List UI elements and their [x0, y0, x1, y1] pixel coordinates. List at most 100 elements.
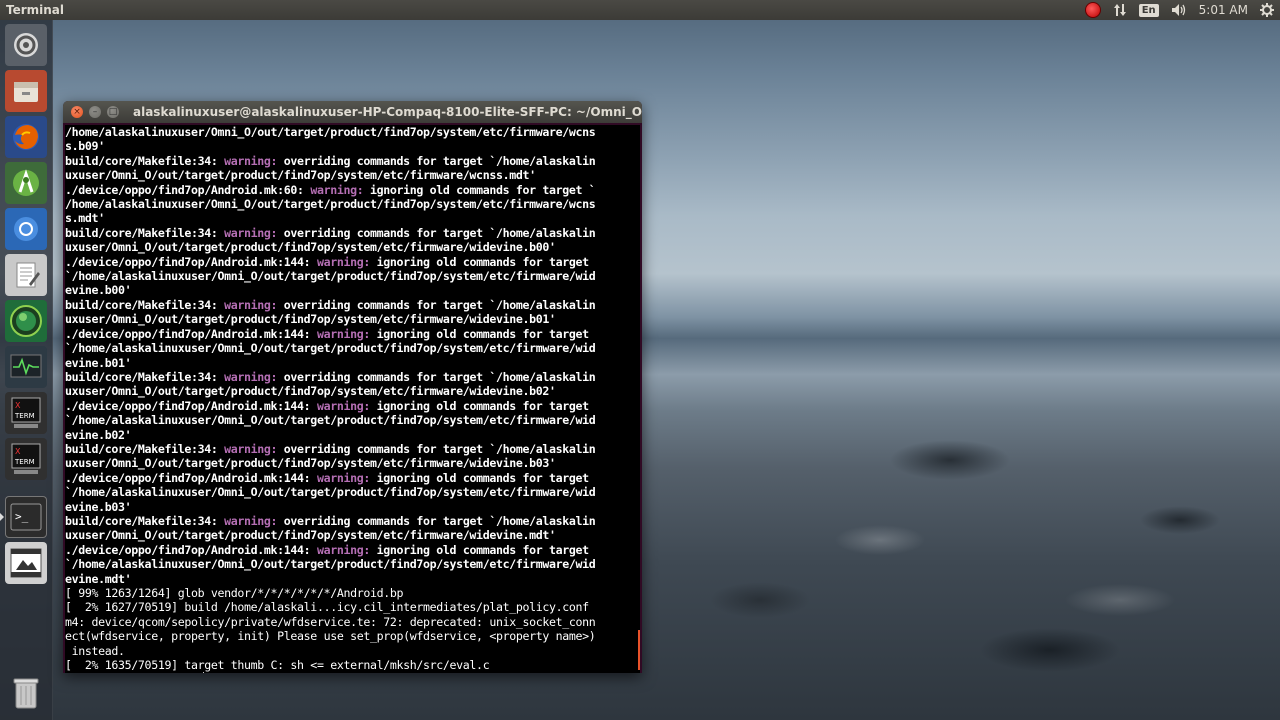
chromium-icon[interactable]	[5, 208, 47, 250]
line-text: build/core/Makefile:34:	[65, 225, 225, 240]
terminal-line: ./device/oppo/find7op/Android.mk:144: wa…	[65, 255, 640, 269]
line-text: s.b09'	[65, 139, 105, 154]
close-button[interactable]: ×	[71, 106, 83, 118]
volume-icon[interactable]	[1165, 0, 1193, 20]
warning-keyword: warning:	[224, 369, 278, 384]
line-text: /home/alaskalinuxuser/Omni_O/out/target/…	[65, 125, 596, 139]
settings-gear-icon[interactable]	[1254, 0, 1280, 20]
text-editor-icon[interactable]	[5, 254, 47, 296]
line-text: overriding commands for target `/home/al…	[277, 225, 596, 240]
globe-app-icon[interactable]	[5, 300, 47, 342]
terminal-window[interactable]: × – □ alaskalinuxuser@alaskalinuxuser-HP…	[63, 101, 642, 673]
maximize-button[interactable]: □	[107, 106, 119, 118]
terminal-line: [ 99% 1263/1264] glob vendor/*/*/*/*/*/*…	[65, 586, 640, 600]
indicator-area: En 5:01 AM	[1079, 0, 1280, 20]
line-text: build/core/Makefile:34:	[65, 369, 225, 384]
line-text: overriding commands for target `/home/al…	[277, 513, 596, 528]
terminal-output[interactable]: /home/alaskalinuxuser/Omni_O/out/target/…	[65, 125, 640, 673]
line-text: overriding commands for target `/home/al…	[277, 297, 596, 312]
line-text: uxuser/Omni_O/out/target/product/find7op…	[65, 456, 556, 471]
svg-text:TERM: TERM	[14, 458, 35, 466]
keyboard-layout-icon[interactable]: En	[1133, 0, 1165, 20]
terminal-line: uxuser/Omni_O/out/target/product/find7op…	[65, 312, 640, 326]
xterm-icon-2[interactable]: X TERM	[5, 438, 47, 480]
line-text: evine.b00'	[65, 283, 132, 298]
terminal-line: uxuser/Omni_O/out/target/product/find7op…	[65, 528, 640, 542]
warning-keyword: warning:	[316, 254, 370, 269]
warning-keyword: warning:	[224, 441, 278, 456]
record-icon[interactable]	[1079, 0, 1107, 20]
line-text: build/core/Makefile:34:	[65, 297, 225, 312]
line-text: ignoring old commands for target	[370, 254, 590, 269]
terminal-line: evine.mdt'	[65, 572, 640, 586]
line-text: ignoring old commands for target `	[363, 182, 596, 197]
terminal-line: instead.	[65, 644, 640, 658]
terminal-line: [ 2% 1635/70519] target thumb C: sh <= e…	[65, 658, 640, 672]
terminal-line: uxuser/Omni_O/out/target/product/find7op…	[65, 240, 640, 254]
line-text: ignoring old commands for target	[370, 470, 590, 485]
warning-keyword: warning:	[224, 225, 278, 240]
terminal-line: `/home/alaskalinuxuser/Omni_O/out/target…	[65, 413, 640, 427]
minimize-button[interactable]: –	[89, 106, 101, 118]
line-text: `/home/alaskalinuxuser/Omni_O/out/target…	[65, 485, 596, 500]
terminal-line: evine.b02'	[65, 428, 640, 442]
system-monitor-icon[interactable]	[5, 346, 47, 388]
line-text: s.mdt'	[65, 211, 105, 226]
line-text: build/core/Makefile:34:	[65, 153, 225, 168]
terminal-line: /home/alaskalinuxuser/Omni_O/out/target/…	[65, 125, 640, 139]
line-text: uxuser/Omni_O/out/target/product/find7op…	[65, 312, 556, 327]
terminal-line: build/core/Makefile:34: warning: overrid…	[65, 370, 640, 384]
line-text: evine.b02'	[65, 427, 132, 442]
terminal-line: ./device/oppo/find7op/Android.mk:144: wa…	[65, 471, 640, 485]
line-text: m4: device/qcom/sepolicy/private/wfdserv…	[65, 614, 596, 629]
clock[interactable]: 5:01 AM	[1193, 0, 1254, 20]
line-text: build/core/Makefile:34:	[65, 513, 225, 528]
terminal-line: uxuser/Omni_O/out/target/product/find7op…	[65, 456, 640, 470]
line-text: ignoring old commands for target	[370, 326, 590, 341]
system-settings-icon[interactable]	[5, 24, 47, 66]
line-text: [ 99% 1263/1264] glob vendor/*/*/*/*/*/*…	[65, 586, 404, 600]
terminal-line: ./device/oppo/find7op/Android.mk:144: wa…	[65, 399, 640, 413]
warning-keyword: warning:	[316, 470, 370, 485]
terminal-line: `/home/alaskalinuxuser/Omni_O/out/target…	[65, 557, 640, 571]
terminal-line: evine.b01'	[65, 356, 640, 370]
line-text: [ 2% 1627/70519] build /home/alaskali...…	[65, 600, 589, 615]
trash-icon[interactable]	[5, 672, 47, 714]
terminal-text: /home/alaskalinuxuser/Omni_O/out/target/…	[65, 125, 640, 672]
network-updown-icon[interactable]	[1107, 0, 1133, 20]
terminal-line: s.b09'	[65, 139, 640, 153]
mouse-ibeam-cursor	[203, 672, 206, 673]
line-text: `/home/alaskalinuxuser/Omni_O/out/target…	[65, 557, 596, 572]
top-panel: Terminal En 5:01 AM	[0, 0, 1280, 20]
line-text: ./device/oppo/find7op/Android.mk:144:	[65, 326, 317, 341]
window-titlebar[interactable]: × – □ alaskalinuxuser@alaskalinuxuser-HP…	[63, 101, 642, 123]
android-studio-icon[interactable]	[5, 162, 47, 204]
terminal-line: build/core/Makefile:34: warning: overrid…	[65, 226, 640, 240]
terminal-line: ./device/oppo/find7op/Android.mk:144: wa…	[65, 327, 640, 341]
firefox-icon[interactable]	[5, 116, 47, 158]
scrollbar[interactable]	[638, 630, 640, 670]
xterm-icon[interactable]: X TERM	[5, 392, 47, 434]
terminal-line: build/core/Makefile:34: warning: overrid…	[65, 298, 640, 312]
terminal-line: `/home/alaskalinuxuser/Omni_O/out/target…	[65, 341, 640, 355]
terminal-line: `/home/alaskalinuxuser/Omni_O/out/target…	[65, 485, 640, 499]
terminal-icon[interactable]: >_	[5, 496, 47, 538]
warning-keyword: warning:	[224, 513, 278, 528]
line-text: `/home/alaskalinuxuser/Omni_O/out/target…	[65, 269, 596, 284]
active-app-title: Terminal	[6, 3, 65, 17]
terminal-line: evine.b03'	[65, 500, 640, 514]
terminal-line: /home/alaskalinuxuser/Omni_O/out/target/…	[65, 197, 640, 211]
terminal-line: uxuser/Omni_O/out/target/product/find7op…	[65, 384, 640, 398]
warning-keyword: warning:	[316, 398, 370, 413]
line-text: uxuser/Omni_O/out/target/product/find7op…	[65, 168, 536, 183]
image-viewer-icon[interactable]	[5, 542, 47, 584]
active-app-indicator	[0, 513, 4, 521]
terminal-line: uxuser/Omni_O/out/target/product/find7op…	[65, 168, 640, 182]
line-text: ignoring old commands for target	[370, 398, 590, 413]
launcher: X TERM X TERM >_	[0, 20, 53, 720]
terminal-line: evine.b00'	[65, 283, 640, 297]
line-text: overriding commands for target `/home/al…	[277, 369, 596, 384]
line-text: `/home/alaskalinuxuser/Omni_O/out/target…	[65, 341, 596, 356]
line-text: ./device/oppo/find7op/Android.mk:144:	[65, 542, 317, 557]
file-manager-icon[interactable]	[5, 70, 47, 112]
